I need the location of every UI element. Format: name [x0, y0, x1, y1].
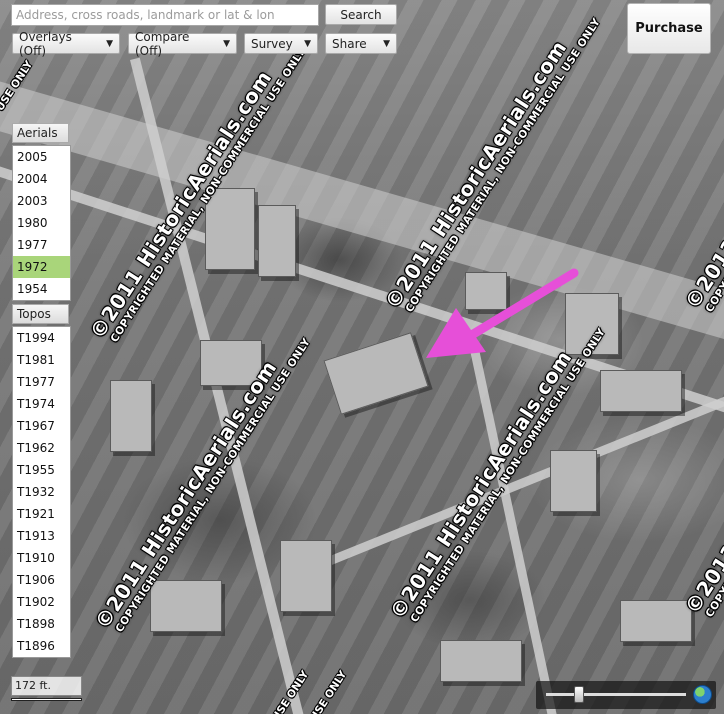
chevron-down-icon: ▼: [383, 38, 390, 49]
aerial-year-item-selected[interactable]: 1972: [13, 256, 70, 278]
topo-year-item[interactable]: T1921: [13, 503, 70, 525]
scale-bar: [11, 698, 82, 701]
topo-year-item[interactable]: T1974: [13, 393, 70, 415]
topo-year-item[interactable]: T1913: [13, 525, 70, 547]
topo-year-item[interactable]: T1962: [13, 437, 70, 459]
share-dropdown[interactable]: Share ▼: [325, 33, 397, 54]
aerial-year-item[interactable]: 2003: [13, 190, 70, 212]
aerials-year-list: 2005 2004 2003 1980 1977 1972 1954: [12, 145, 71, 301]
zoom-control: [536, 681, 716, 709]
globe-icon[interactable]: [693, 685, 712, 704]
topos-year-list: T1994 T1981 T1977 T1974 T1967 T1962 T195…: [12, 326, 71, 658]
topo-year-item[interactable]: T1967: [13, 415, 70, 437]
aerials-header: Aerials: [12, 123, 69, 143]
chevron-down-icon: ▼: [106, 38, 113, 49]
topo-year-item[interactable]: T1902: [13, 591, 70, 613]
search-input[interactable]: [11, 4, 319, 26]
chevron-down-icon: ▼: [223, 38, 230, 49]
topo-year-item[interactable]: T1955: [13, 459, 70, 481]
compare-dropdown[interactable]: Compare (Off) ▼: [128, 30, 237, 58]
topo-year-item[interactable]: T1981: [13, 349, 70, 371]
location-arrow-icon: [426, 268, 579, 358]
topo-year-item[interactable]: T1977: [13, 371, 70, 393]
purchase-button[interactable]: Purchase: [627, 3, 711, 54]
topos-header: Topos: [12, 304, 69, 324]
aerial-year-item[interactable]: 1954: [13, 278, 70, 300]
overlays-label: Overlays (Off): [19, 29, 72, 58]
aerial-year-item[interactable]: 1980: [13, 212, 70, 234]
topo-year-item[interactable]: T1906: [13, 569, 70, 591]
zoom-slider-handle[interactable]: [574, 686, 584, 703]
zoom-track[interactable]: [546, 693, 686, 696]
topo-year-item[interactable]: T1994: [13, 327, 70, 349]
aerial-year-item[interactable]: 2004: [13, 168, 70, 190]
survey-label: Survey: [251, 36, 293, 51]
topo-year-item[interactable]: T1898: [13, 613, 70, 635]
topo-year-item[interactable]: T1932: [13, 481, 70, 503]
chevron-down-icon: ▼: [304, 38, 311, 49]
aerial-year-item[interactable]: 1977: [13, 234, 70, 256]
overlays-dropdown[interactable]: Overlays (Off) ▼: [12, 30, 120, 58]
topo-year-item[interactable]: T1896: [13, 635, 70, 657]
search-button[interactable]: Search: [325, 4, 397, 25]
aerial-year-item[interactable]: 2005: [13, 146, 70, 168]
map-scale: 172 ft.: [11, 676, 82, 696]
topo-year-item[interactable]: T1910: [13, 547, 70, 569]
compare-label: Compare (Off): [135, 29, 190, 58]
survey-dropdown[interactable]: Survey ▼: [244, 33, 318, 54]
share-label: Share: [332, 36, 367, 51]
aerial-map[interactable]: ©2011 HistoricAerials.com COPYRIGHTED MAT…: [0, 0, 724, 714]
